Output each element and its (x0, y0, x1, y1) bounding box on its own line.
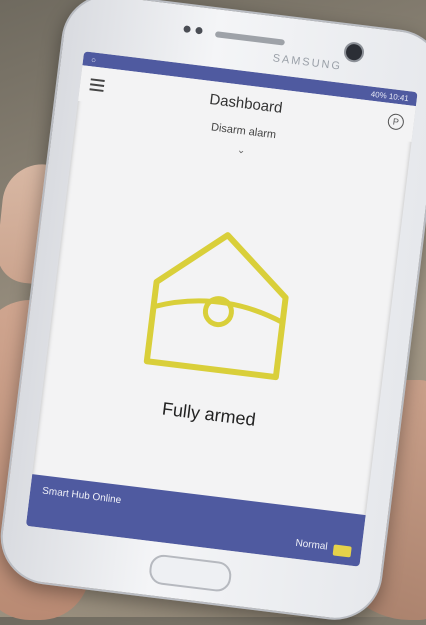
bottom-bar: Smart Hub Online Normal (25, 474, 366, 567)
page-title: Dashboard (208, 90, 284, 117)
status-bar-left: ○ (90, 54, 97, 65)
home-button[interactable] (147, 553, 233, 594)
house-icon (143, 232, 289, 381)
brand-logo: SAMSUNG (271, 52, 343, 73)
mode-toggle[interactable] (332, 544, 352, 558)
sensor-dot (195, 26, 203, 35)
earpiece-speaker (214, 31, 286, 46)
app-screen: ○ 40% 10:41 Dashboard P Disarm alarm ⌄ F… (25, 51, 418, 567)
mode-label: Normal (294, 537, 329, 553)
sensor-dot (183, 25, 191, 34)
menu-icon[interactable] (89, 78, 105, 92)
front-camera (342, 41, 366, 64)
hub-status-text: Smart Hub Online (41, 485, 122, 507)
alarm-dropdown-label: Disarm alarm (210, 121, 277, 142)
profile-icon[interactable]: P (386, 112, 405, 131)
arm-status-text: Fully armed (160, 398, 257, 430)
smartphone: SAMSUNG ○ 40% 10:41 Dashboard P Disarm a… (0, 0, 426, 625)
